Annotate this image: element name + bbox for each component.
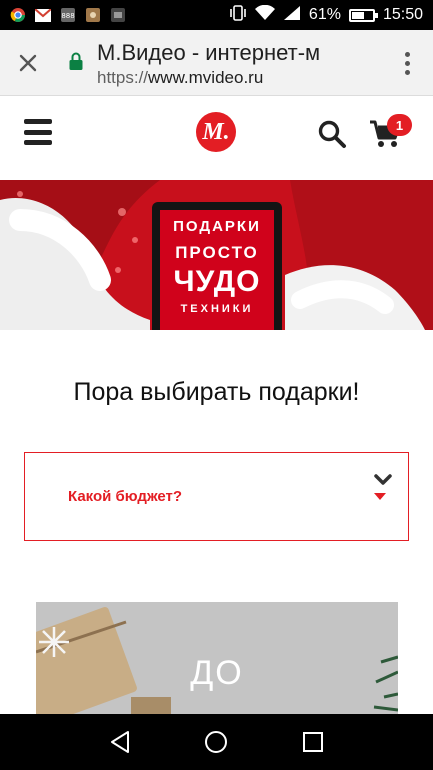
signal-icon — [283, 5, 301, 26]
wifi-icon — [254, 4, 275, 26]
site-header: М. — [0, 97, 433, 177]
home-icon[interactable] — [202, 728, 230, 756]
gift-category-card[interactable]: ДО — [36, 602, 398, 714]
notification-icons: 888 — [10, 7, 126, 23]
browser-toolbar: М.Видео - интернет-м https://www.mvideo.… — [0, 30, 433, 96]
banner-line-4: ТЕХНИКИ — [180, 303, 254, 315]
svg-text:888: 888 — [61, 12, 74, 20]
banner-line-1: ПОДАРКИ — [173, 218, 261, 235]
battery-fill — [351, 11, 365, 19]
app-icon: 888 — [60, 7, 76, 23]
android-nav-bar — [0, 714, 433, 770]
battery-icon — [348, 8, 378, 22]
app-icon — [85, 7, 101, 23]
search-icon[interactable] — [317, 119, 347, 149]
recents-icon[interactable] — [299, 728, 327, 756]
overflow-menu-button[interactable] — [397, 49, 417, 77]
chevron-down-icon — [374, 474, 392, 485]
back-icon[interactable] — [106, 728, 134, 756]
lock-icon — [69, 52, 83, 70]
app-icon — [110, 7, 126, 23]
status-bar: 888 61% 15:50 — [0, 0, 433, 30]
banner-line-2: ПРОСТО — [175, 243, 259, 262]
url-display[interactable]: https://www.mvideo.ru — [97, 68, 263, 88]
dropdown-arrow-icon — [374, 493, 386, 500]
clock: 15:50 — [382, 6, 423, 23]
mvideo-logo[interactable]: М. — [196, 112, 236, 152]
chrome-icon — [10, 7, 26, 23]
budget-select-label: Какой бюджет? — [68, 488, 183, 505]
banner-tablet: ПОДАРКИ ПРОСТО ЧУДО ТЕХНИКИ — [152, 202, 282, 330]
url-scheme: https:// — [97, 68, 149, 87]
close-icon — [19, 54, 37, 72]
cart-count-badge: 1 — [387, 114, 412, 136]
battery-percent: 61% — [308, 6, 341, 23]
close-tab-button[interactable] — [14, 49, 42, 77]
page-title: М.Видео - интернет-м — [97, 40, 321, 65]
banner-line-3: ЧУДО — [173, 265, 261, 298]
url-host: www.mvideo.ru — [148, 68, 264, 87]
vibrate-icon — [229, 4, 247, 26]
section-title: Пора выбирать подарки! — [73, 378, 360, 406]
gmail-icon — [35, 7, 51, 23]
menu-icon[interactable] — [24, 119, 52, 145]
gift-card-text: ДО — [190, 654, 244, 692]
budget-select[interactable]: Какой бюджет? — [24, 452, 409, 541]
promo-banner[interactable]: ПОДАРКИ ПРОСТО ЧУДО ТЕХНИКИ — [0, 180, 433, 330]
